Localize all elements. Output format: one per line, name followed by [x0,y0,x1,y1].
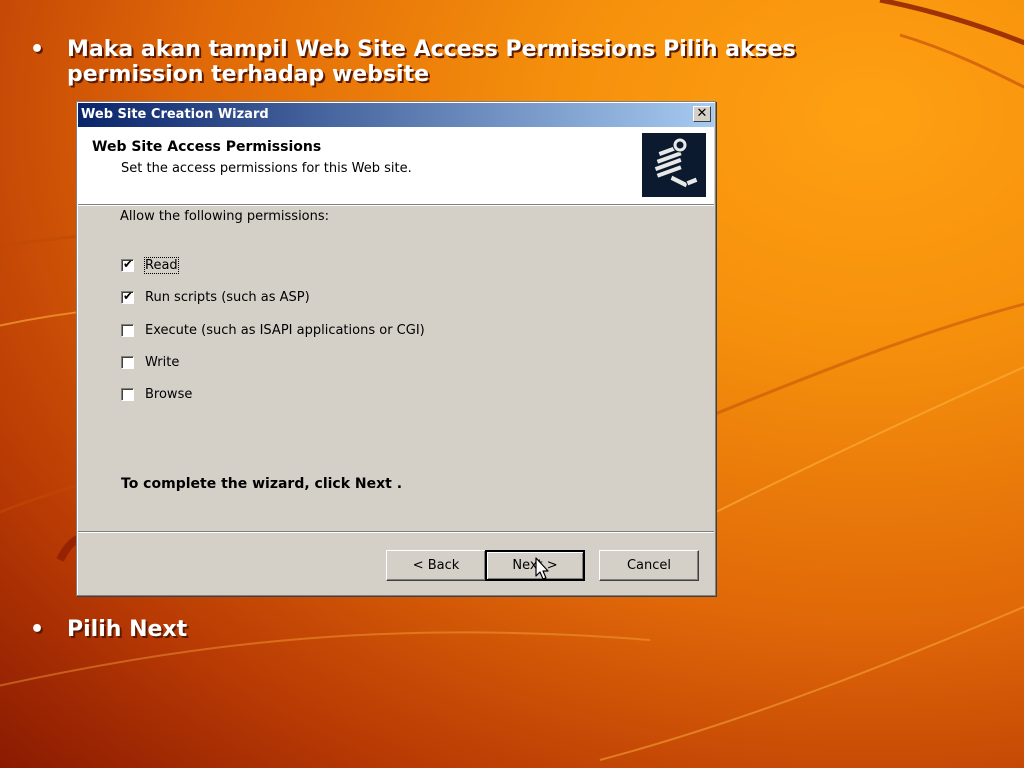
close-button[interactable]: ✕ [693,106,711,122]
header-subtitle: Set the access permissions for this Web … [121,161,412,176]
permission-label: Read [144,257,179,274]
complete-instruction: To complete the wizard, click Next . [121,476,403,492]
allow-permissions-label: Allow the following permissions: [120,209,330,224]
checkmark-icon: ✔ [123,289,134,303]
header-divider [78,205,714,206]
wizard-icon [642,133,706,197]
bullet-instruction: • Maka akan tampil Web Site Access Permi… [30,37,930,87]
browse-checkbox[interactable] [121,388,134,401]
dialog-title: Web Site Creation Wizard [81,107,269,122]
wizard-header: Web Site Access Permissions Set the acce… [78,127,714,205]
button-divider [78,531,714,533]
execute-checkbox[interactable] [121,324,134,337]
title-bar: Web Site Creation Wizard ✕ [78,103,714,127]
back-button[interactable]: < Back [386,550,486,581]
read-checkbox[interactable]: ✔ [121,257,134,272]
bullet-next-instruction: • Pilih Next [30,617,187,642]
permission-label: Write [145,355,180,370]
run-scripts-checkbox[interactable]: ✔ [121,289,134,304]
bullet-dot: • [30,617,45,642]
permission-label: Execute (such as ISAPI applications or C… [145,323,425,338]
cancel-button[interactable]: Cancel [599,550,699,581]
mouse-cursor-icon [535,557,549,580]
header-title: Web Site Access Permissions [92,139,322,155]
checkmark-icon: ✔ [123,257,134,271]
close-icon: ✕ [696,106,708,121]
bullet-text: Maka akan tampil Web Site Access Permiss… [67,37,796,87]
bullet-text: Pilih Next [67,617,188,642]
permission-label: Run scripts (such as ASP) [145,290,310,305]
wizard-dialog: Web Site Creation Wizard ✕ Web Site Acce… [76,101,716,596]
bullet-dot: • [30,37,45,62]
permission-label: Browse [145,387,193,402]
write-checkbox[interactable] [121,356,134,369]
